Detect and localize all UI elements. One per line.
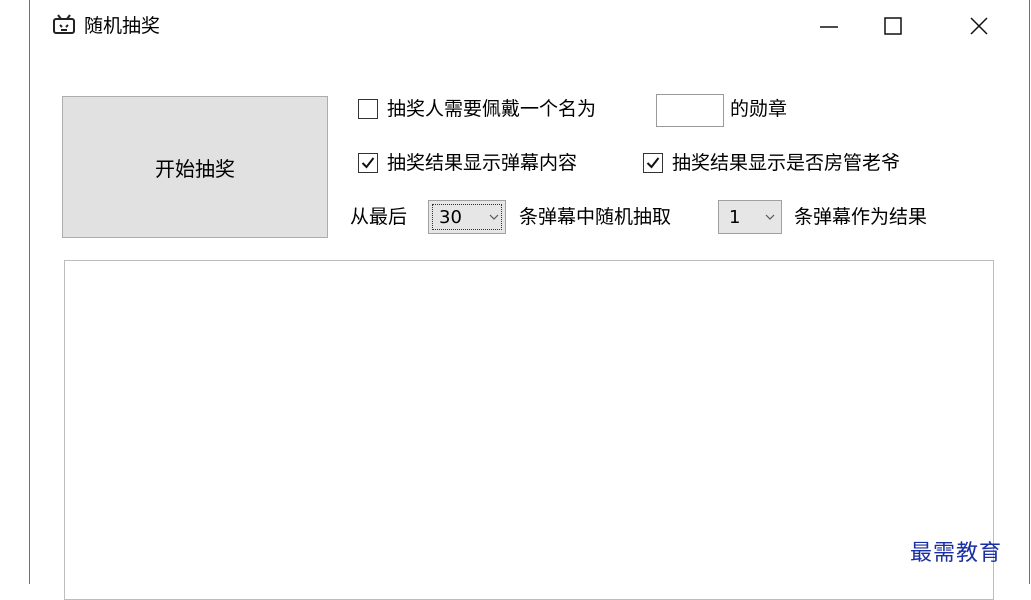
range-middle-label: 条弹幕中随机抽取: [519, 206, 672, 228]
watermark-text: 最需教育: [910, 541, 1003, 566]
checkmark-icon: [646, 157, 660, 169]
show-danmaku-label: 抽奖结果显示弹幕内容: [387, 152, 578, 174]
show-admin-label: 抽奖结果显示是否房管老爷: [672, 152, 901, 174]
chevron-down-icon: [765, 214, 775, 220]
pick-count-select[interactable]: 1: [718, 200, 782, 234]
danmaku-count-select[interactable]: 30: [428, 200, 506, 234]
minimize-button[interactable]: [806, 6, 852, 46]
pick-count-value: 1: [729, 207, 741, 228]
lottery-window: 随机抽奖 开始抽奖 抽奖人需要佩戴一个名为 的勋章 抽奖结果显示弹幕内容 抽奖结…: [29, 0, 1030, 600]
window-title: 随机抽奖: [84, 15, 161, 37]
badge-required-checkbox[interactable]: [358, 99, 378, 119]
result-output-box[interactable]: [64, 260, 994, 600]
checkmark-icon: [361, 157, 375, 169]
start-lottery-button[interactable]: 开始抽奖: [62, 96, 328, 238]
badge-name-input[interactable]: [656, 94, 724, 127]
close-icon: [970, 17, 988, 35]
maximize-icon: [884, 17, 902, 35]
badge-option-suffix: 的勋章: [730, 98, 788, 120]
maximize-button[interactable]: [870, 6, 916, 46]
minimize-icon: [820, 26, 838, 28]
show-danmaku-checkbox[interactable]: [358, 153, 378, 173]
close-button[interactable]: [956, 6, 1002, 46]
show-admin-checkbox[interactable]: [643, 153, 663, 173]
tv-icon: [52, 13, 76, 37]
range-suffix-label: 条弹幕作为结果: [794, 206, 928, 228]
danmaku-count-value: 30: [439, 207, 462, 228]
chevron-down-icon: [489, 214, 499, 220]
range-prefix-label: 从最后: [350, 206, 408, 228]
badge-option-label: 抽奖人需要佩戴一个名为: [387, 98, 597, 120]
title-bar[interactable]: 随机抽奖: [30, 0, 1029, 52]
